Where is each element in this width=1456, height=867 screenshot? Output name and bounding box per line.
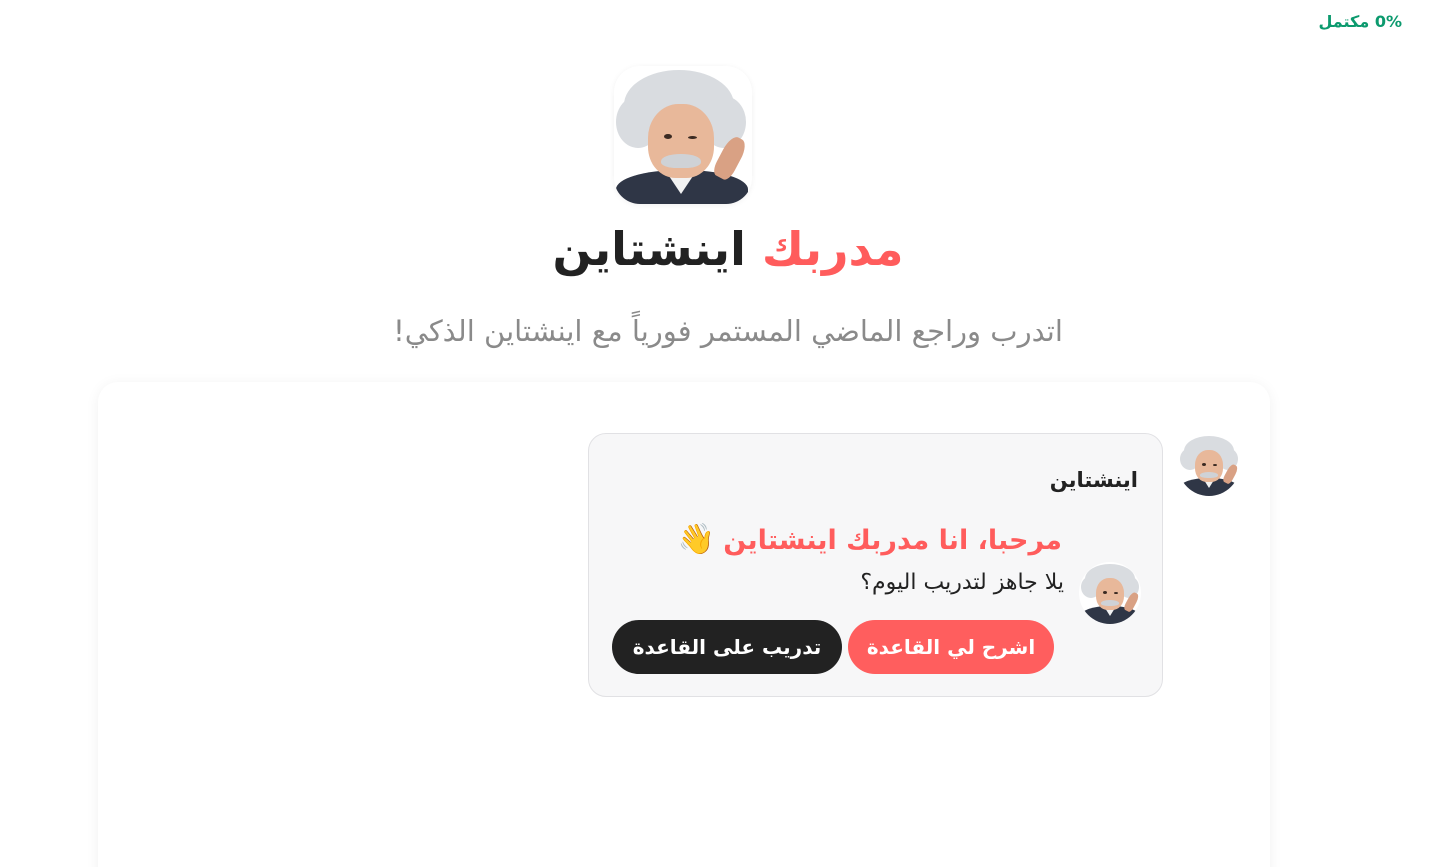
page-subtitle: اتدرب وراجع الماضي المستمر فورياً مع اين… [393,314,1063,348]
title-accent: مدربك [761,222,904,276]
message-greeting: مرحبا، انا مدربك اينشتاين👋 [678,522,1062,557]
einstein-logo-avatar [614,66,752,204]
train-rule-button[interactable]: تدريب على القاعدة [612,620,842,674]
message-question: يلا جاهز لتدريب اليوم؟ [860,570,1064,595]
message-bubble: اينشتاين مرحبا، انا مدربك اينشتاين👋 يلا … [588,433,1163,697]
sender-avatar [1178,434,1240,496]
page-title: مدربك اينشتاين [0,222,1456,276]
greeting-text: مرحبا، انا مدربك اينشتاين [723,525,1062,556]
title-main: اينشتاين [552,222,746,276]
explain-rule-button[interactable]: اشرح لي القاعدة [848,620,1054,674]
message-sender: اينشتاين [1049,468,1138,492]
page: 0% مكتمل مدربك اينشتاين اتدرب وراجع الما… [0,0,1456,867]
inline-avatar [1079,562,1141,624]
waving-hand-icon: 👋 [677,522,716,557]
progress-indicator: 0% مكتمل [1318,12,1403,31]
